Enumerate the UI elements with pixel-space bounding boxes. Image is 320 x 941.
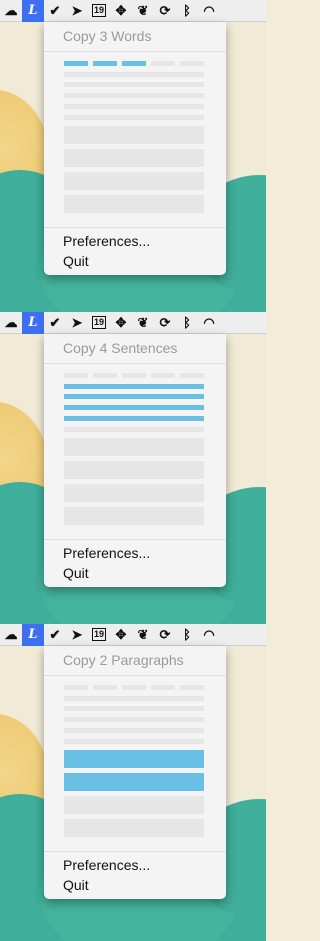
- copy-menu-title[interactable]: Copy 3 Words: [63, 28, 151, 44]
- sync-icon[interactable]: ⟳: [154, 624, 176, 646]
- text-placeholder-bar: [180, 373, 204, 378]
- text-placeholder-bar: [93, 685, 117, 690]
- text-placeholder-bar: [151, 61, 175, 66]
- wifi-icon[interactable]: ◠: [198, 312, 220, 334]
- text-placeholder-bar: [64, 438, 204, 456]
- text-placeholder-bar: [151, 685, 175, 690]
- calendar-icon[interactable]: 19: [88, 624, 110, 646]
- text-placeholder-bar: [64, 819, 204, 837]
- menu-bar: ☁ L ✔ ➤ 19 ✥ ❦ ⟳ ᛒ ◠: [0, 0, 266, 22]
- menu-bar: ☁ L ✔ ➤ 19 ✥ ❦ ⟳ ᛒ ◠: [0, 312, 266, 334]
- quit-menu-item[interactable]: Quit: [63, 877, 89, 893]
- text-placeholder-bar: [64, 685, 88, 690]
- text-placeholder-bar: [64, 717, 204, 722]
- shield-check-icon[interactable]: ✔: [44, 312, 66, 334]
- dropbox-icon[interactable]: ✥: [110, 624, 132, 646]
- calendar-icon[interactable]: 19: [88, 312, 110, 334]
- text-placeholder-bar: [64, 93, 204, 98]
- highlighted-text-bar: [93, 61, 117, 66]
- highlighted-text-bar: [64, 416, 204, 421]
- dropbox-icon[interactable]: ✥: [110, 0, 132, 22]
- evernote-icon[interactable]: ❦: [132, 0, 154, 22]
- text-placeholder-bar: [64, 728, 204, 733]
- text-placeholder-bar: [64, 149, 204, 167]
- text-placeholder-bar: [64, 507, 204, 525]
- dropdown-menu: Copy 4 Sentences Preferences... Quit: [44, 334, 226, 587]
- text-placeholder-bar: [180, 685, 204, 690]
- highlighted-text-bar: [122, 61, 146, 66]
- text-placeholder-bar: [64, 461, 204, 479]
- preferences-menu-item[interactable]: Preferences...: [63, 233, 150, 249]
- highlighted-text-bar: [64, 405, 204, 410]
- menu-bar: ☁ L ✔ ➤ 19 ✥ ❦ ⟳ ᛒ ◠: [0, 624, 266, 646]
- text-placeholder-bar: [64, 706, 204, 711]
- shield-check-icon[interactable]: ✔: [44, 0, 66, 22]
- sync-icon[interactable]: ⟳: [154, 0, 176, 22]
- sync-icon[interactable]: ⟳: [154, 312, 176, 334]
- text-placeholder-bar: [64, 115, 204, 120]
- text-placeholder-bar: [180, 61, 204, 66]
- text-placeholder-bar: [64, 739, 204, 744]
- text-placeholder-bar: [151, 373, 175, 378]
- menu-separator: [44, 851, 226, 852]
- linguist-icon[interactable]: L: [22, 312, 44, 334]
- highlighted-text-bar: [64, 394, 204, 399]
- menu-separator: [44, 227, 226, 228]
- dropbox-icon[interactable]: ✥: [110, 312, 132, 334]
- highlighted-text-bar: [64, 750, 204, 768]
- selection-preview: [64, 685, 204, 838]
- calendar-icon[interactable]: 19: [88, 0, 110, 22]
- cloud-icon[interactable]: ☁: [0, 312, 22, 334]
- highlighted-text-bar: [64, 61, 88, 66]
- menu-separator: [44, 539, 226, 540]
- text-placeholder-bar: [64, 72, 204, 77]
- bluetooth-icon[interactable]: ᛒ: [176, 624, 198, 646]
- quit-menu-item[interactable]: Quit: [63, 253, 89, 269]
- quit-menu-item[interactable]: Quit: [63, 565, 89, 581]
- highlighted-text-bar: [64, 384, 204, 389]
- selection-preview: [64, 373, 204, 526]
- text-placeholder-bar: [93, 373, 117, 378]
- linguist-icon[interactable]: L: [22, 0, 44, 22]
- bluetooth-icon[interactable]: ᛒ: [176, 0, 198, 22]
- copy-menu-title[interactable]: Copy 4 Sentences: [63, 340, 177, 356]
- menu-separator: [44, 363, 226, 364]
- screenshot-panel-paragraphs: ☁ L ✔ ➤ 19 ✥ ❦ ⟳ ᛒ ◠ Copy 2 Paragraphs Preference…: [0, 624, 266, 941]
- cursor-arrow-icon[interactable]: ➤: [66, 312, 88, 334]
- dropdown-menu: Copy 3 Words Preferences... Quit: [44, 22, 226, 275]
- text-placeholder-bar: [64, 696, 204, 701]
- screenshot-panel-words: ☁ L ✔ ➤ 19 ✥ ❦ ⟳ ᛒ ◠ Copy 3 Words Preferences... …: [0, 0, 266, 312]
- linguist-icon[interactable]: L: [22, 624, 44, 646]
- bluetooth-icon[interactable]: ᛒ: [176, 312, 198, 334]
- text-placeholder-bar: [64, 427, 204, 432]
- text-placeholder-bar: [64, 104, 204, 109]
- dropdown-menu: Copy 2 Paragraphs Preferences... Quit: [44, 646, 226, 899]
- copy-menu-title[interactable]: Copy 2 Paragraphs: [63, 652, 184, 668]
- wifi-icon[interactable]: ◠: [198, 624, 220, 646]
- menu-separator: [44, 51, 226, 52]
- evernote-icon[interactable]: ❦: [132, 624, 154, 646]
- text-placeholder-bar: [64, 195, 204, 213]
- cursor-arrow-icon[interactable]: ➤: [66, 624, 88, 646]
- cursor-arrow-icon[interactable]: ➤: [66, 0, 88, 22]
- text-placeholder-bar: [122, 685, 146, 690]
- wifi-icon[interactable]: ◠: [198, 0, 220, 22]
- text-placeholder-bar: [64, 796, 204, 814]
- cloud-icon[interactable]: ☁: [0, 0, 22, 22]
- shield-check-icon[interactable]: ✔: [44, 624, 66, 646]
- menu-separator: [44, 675, 226, 676]
- evernote-icon[interactable]: ❦: [132, 312, 154, 334]
- highlighted-text-bar: [64, 773, 204, 791]
- cloud-icon[interactable]: ☁: [0, 624, 22, 646]
- text-placeholder-bar: [64, 484, 204, 502]
- text-placeholder-bar: [64, 373, 88, 378]
- text-placeholder-bar: [64, 172, 204, 190]
- preferences-menu-item[interactable]: Preferences...: [63, 545, 150, 561]
- text-placeholder-bar: [64, 126, 204, 144]
- preferences-menu-item[interactable]: Preferences...: [63, 857, 150, 873]
- screenshot-panel-sentences: ☁ L ✔ ➤ 19 ✥ ❦ ⟳ ᛒ ◠ Copy 4 Sentences Preferences…: [0, 312, 266, 624]
- selection-preview: [64, 61, 204, 214]
- text-placeholder-bar: [64, 82, 204, 87]
- text-placeholder-bar: [122, 373, 146, 378]
